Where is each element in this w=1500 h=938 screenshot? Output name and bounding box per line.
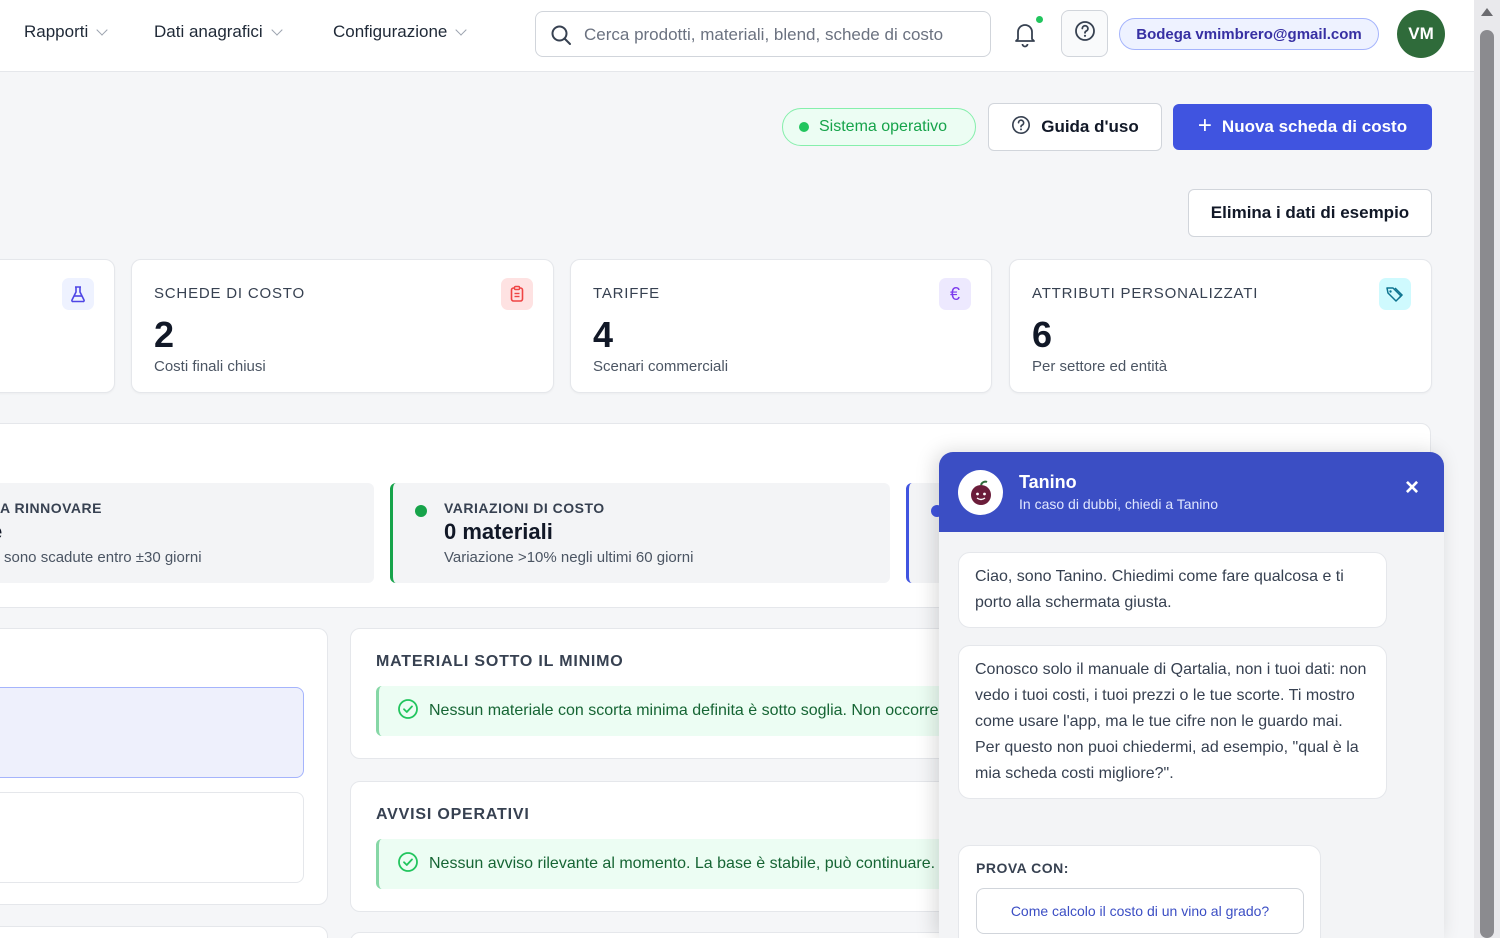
help-icon xyxy=(1074,20,1096,47)
card-sub: Scenari commerciali xyxy=(593,358,729,375)
grape-avatar-icon xyxy=(958,470,1003,515)
chat-widget: Tanino In caso di dubbi, chiedi a Tanino… xyxy=(939,452,1444,938)
suggestions-label: PROVA CON: xyxy=(976,860,1069,876)
search-icon xyxy=(550,24,572,51)
card-sub: Per settore ed entità xyxy=(1032,358,1168,375)
stat-card-tariffe[interactable]: Tariffe 4 Scenari commerciali € xyxy=(570,259,992,393)
top-bar: Rapporti Dati anagrafici Configurazione … xyxy=(0,0,1474,72)
chat-message: Ciao, sono Tanino. Chiedimi come fare qu… xyxy=(958,552,1387,628)
card-label: Schede di costo xyxy=(154,285,305,302)
card-value: 6 xyxy=(1032,314,1053,355)
panel-title: AVVISI OPERATIVI xyxy=(376,806,530,823)
stat-card-partial[interactable] xyxy=(0,259,115,393)
nav-configurazione[interactable]: Configurazione xyxy=(333,22,468,42)
chat-message: Conosco solo il manuale di Qartalia, non… xyxy=(958,645,1387,799)
nav-rapporti-label: Rapporti xyxy=(24,22,89,41)
user-pill[interactable]: Bodega vmimbrero@gmail.com xyxy=(1119,18,1379,50)
nav-rapporti[interactable]: Rapporti xyxy=(24,22,108,42)
guide-button[interactable]: Guida d'uso xyxy=(988,103,1162,151)
avatar[interactable]: VM xyxy=(1397,10,1445,58)
check-circle-icon xyxy=(397,698,419,725)
check-circle-icon xyxy=(397,851,419,878)
bell-icon[interactable] xyxy=(1012,20,1038,53)
alert-sub: sono scadute entro ±30 giorni xyxy=(4,549,202,566)
card-value: 2 xyxy=(154,314,175,355)
search-box xyxy=(535,11,991,57)
ok-message: Nessun materiale con scorta minima defin… xyxy=(376,686,959,736)
panel-partial xyxy=(350,932,960,938)
nav-configurazione-label: Configurazione xyxy=(333,22,448,41)
status-badge: Sistema operativo xyxy=(782,108,976,146)
status-dot xyxy=(415,505,427,517)
panel-avvisi-operativi: AVVISI OPERATIVI Nessun avviso rilevante… xyxy=(350,781,960,912)
delete-sample-data-button[interactable]: Elimina i dati di esempio xyxy=(1188,189,1432,237)
alert-sub: Variazione >10% negli ultimi 60 giorni xyxy=(444,549,694,566)
status-label: Sistema operativo xyxy=(819,118,948,135)
suggestions-box: PROVA CON: Come calcolo il costo di un v… xyxy=(958,845,1321,938)
ok-message: Nessun avviso rilevante al momento. La b… xyxy=(376,839,959,889)
nav-dati-anagrafici-label: Dati anagrafici xyxy=(154,22,263,41)
card-label: Attributi personalizzati xyxy=(1032,285,1259,302)
scroll-up-arrow-icon[interactable] xyxy=(1481,8,1493,16)
stat-card-attributi[interactable]: Attributi personalizzati 6 Per settore e… xyxy=(1009,259,1432,393)
tags-icon xyxy=(1379,278,1411,310)
chat-subtitle: In caso di dubbi, chiedi a Tanino xyxy=(1019,496,1218,512)
new-cost-sheet-label: Nuova scheda di costo xyxy=(1221,117,1408,136)
panel-title: MATERIALI SOTTO IL MINIMO xyxy=(376,653,624,670)
card-label: Tariffe xyxy=(593,285,660,302)
ok-text: Nessun avviso rilevante al momento. La b… xyxy=(429,855,936,872)
alert-variazioni-costo[interactable]: VARIAZIONI DI COSTO 0 materiali Variazio… xyxy=(390,483,890,583)
flask-icon xyxy=(62,278,94,310)
notification-dot xyxy=(1036,16,1043,23)
left-panel xyxy=(0,628,328,905)
scrollbar-thumb[interactable] xyxy=(1480,30,1494,938)
nav-dati-anagrafici[interactable]: Dati anagrafici xyxy=(154,22,283,42)
alert-value: 0 materiali xyxy=(444,519,553,544)
suggestion-chip[interactable]: Come calcolo il costo di un vino al grad… xyxy=(976,888,1304,934)
plus-icon: + xyxy=(1197,111,1212,139)
alert-value: e xyxy=(0,519,2,545)
card-value: 4 xyxy=(593,314,614,355)
chevron-down-icon xyxy=(96,24,108,36)
close-icon[interactable]: × xyxy=(1400,476,1424,500)
euro-icon: € xyxy=(939,278,971,310)
alert-rinnovare[interactable]: A RINNOVARE e sono scadute entro ±30 gio… xyxy=(0,483,374,583)
card-sub: Costi finali chiusi xyxy=(154,358,266,375)
status-dot xyxy=(799,122,809,132)
panel-materiali-minimo: MATERIALI SOTTO IL MINIMO Nessun materia… xyxy=(350,628,960,759)
help-circle-icon xyxy=(1011,115,1031,140)
help-button[interactable] xyxy=(1061,10,1108,57)
chevron-down-icon xyxy=(455,24,468,36)
search-input[interactable] xyxy=(584,22,976,48)
panel-partial xyxy=(0,926,328,938)
chat-header: Tanino In caso di dubbi, chiedi a Tanino… xyxy=(939,452,1444,532)
alert-title: VARIAZIONI DI COSTO xyxy=(444,500,605,516)
stat-card-schede-di-costo[interactable]: Schede di costo 2 Costi finali chiusi xyxy=(131,259,554,393)
alert-title: A RINNOVARE xyxy=(0,500,102,516)
list-item[interactable] xyxy=(0,792,304,883)
chat-name: Tanino xyxy=(1019,472,1077,492)
new-cost-sheet-button[interactable]: + Nuova scheda di costo xyxy=(1173,104,1432,150)
chevron-down-icon xyxy=(271,24,283,36)
ok-text: Nessun materiale con scorta minima defin… xyxy=(429,702,959,719)
selected-item[interactable] xyxy=(0,687,304,778)
clipboard-icon xyxy=(501,278,533,310)
guide-label: Guida d'uso xyxy=(1041,117,1139,136)
